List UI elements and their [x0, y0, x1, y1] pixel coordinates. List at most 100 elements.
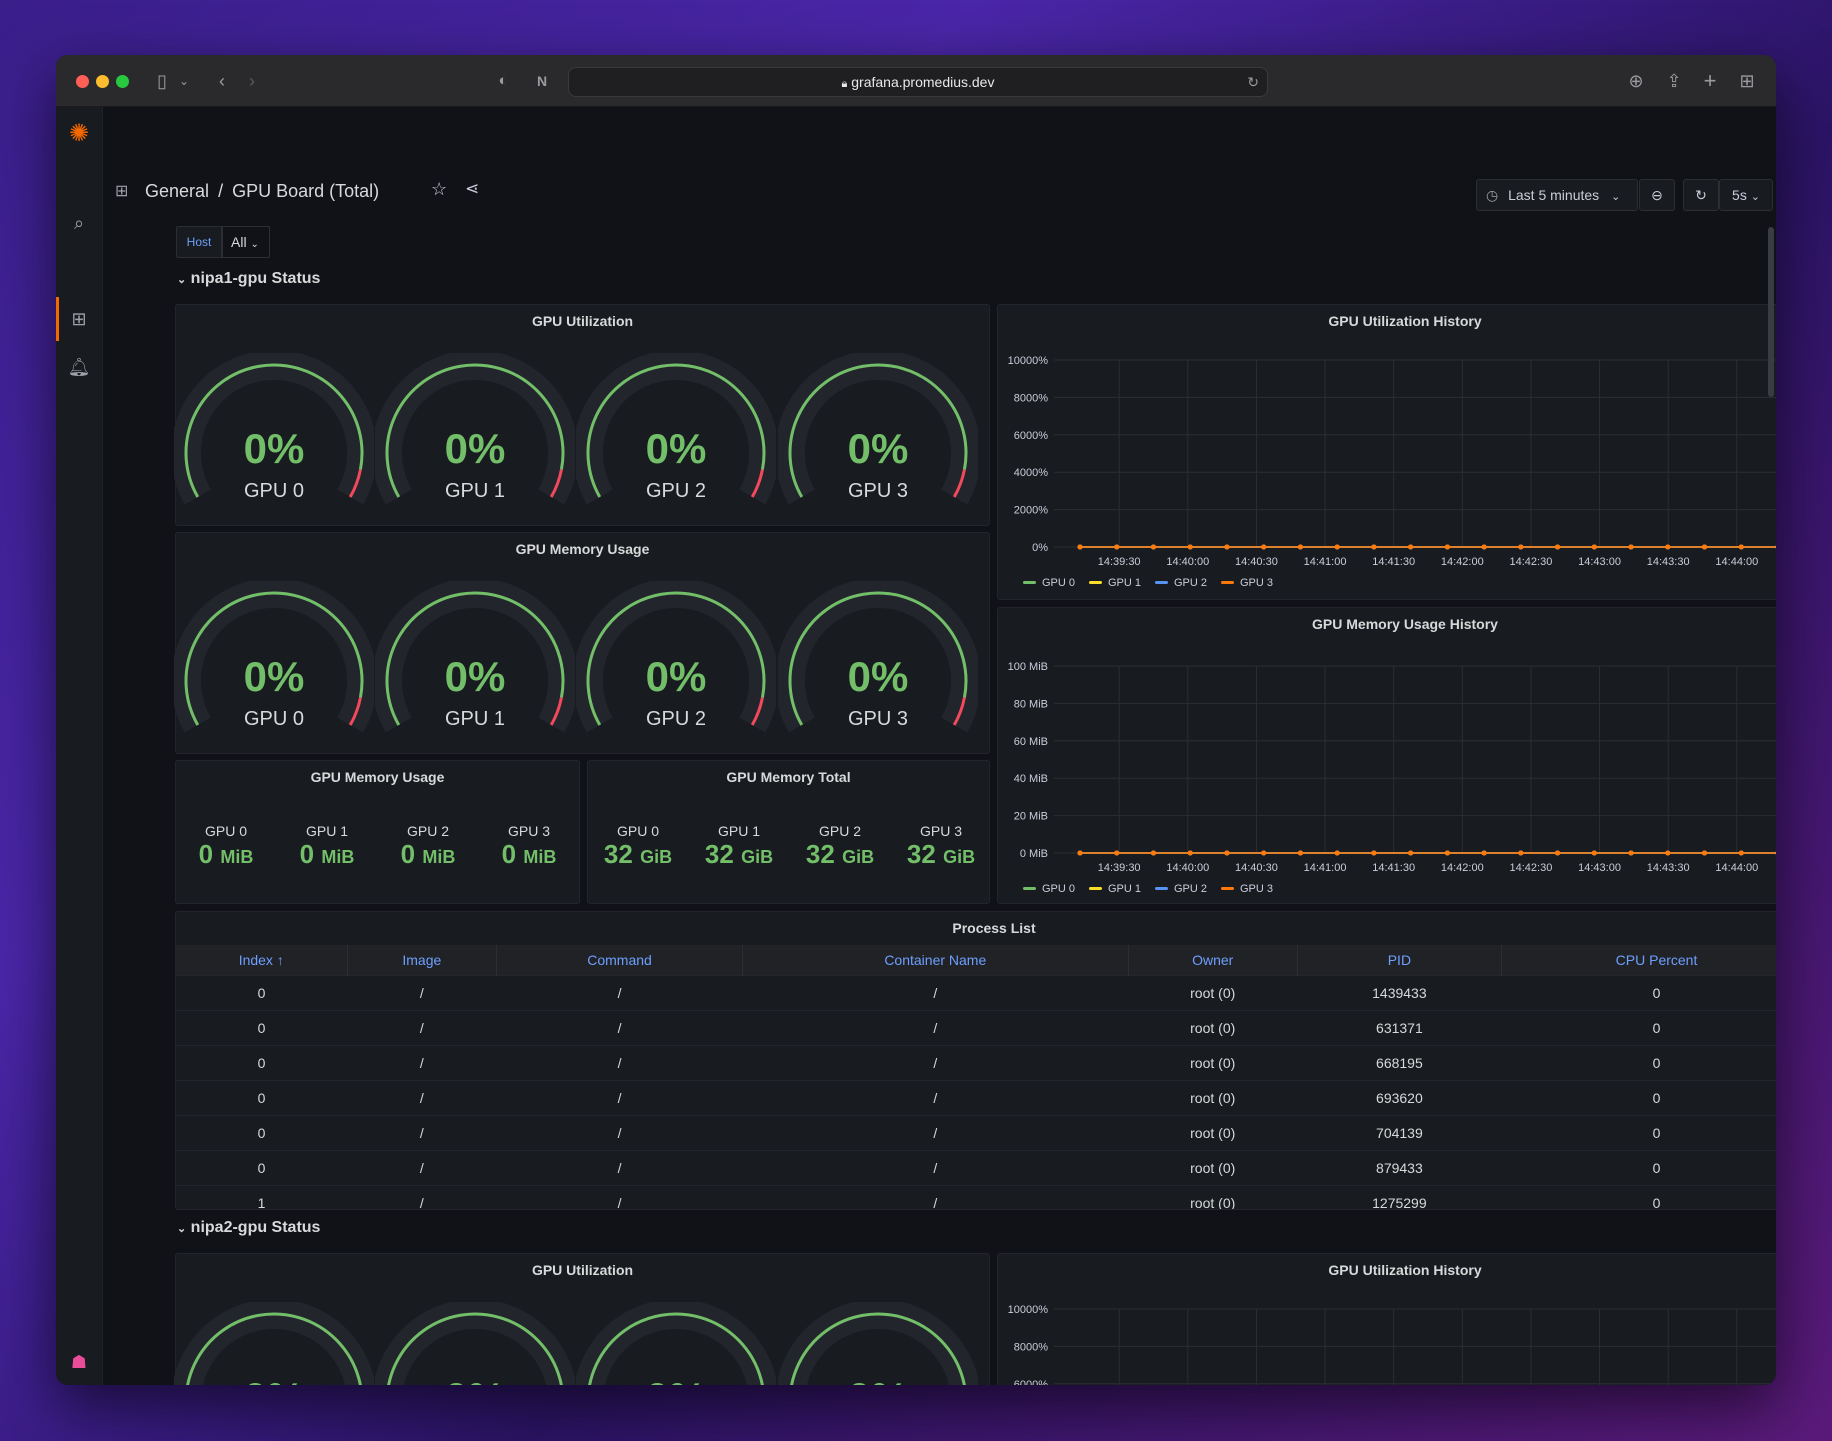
refresh-interval-picker[interactable]: 5s ⌄: [1719, 179, 1773, 211]
table-row[interactable]: 0// / root (0) 1439433 0: [176, 974, 1776, 1010]
column-header[interactable]: Command: [496, 945, 743, 975]
new-tab-icon[interactable]: +: [1698, 69, 1722, 93]
chevron-down-icon[interactable]: ⌄: [172, 69, 196, 93]
chevron-down-icon: ⌄: [1611, 191, 1621, 203]
chevron-down-icon: ⌄: [1750, 191, 1760, 203]
y-tick-label: 10000%: [1008, 1304, 1049, 1316]
data-point: [1334, 850, 1340, 856]
process-list-panel[interactable]: Process List Index ↑ Image Command Containe…: [175, 911, 1776, 1210]
stat-item: GPU 3 32 GiB: [891, 823, 991, 870]
refresh-interval-label: 5s: [1732, 187, 1747, 203]
row-header-nipa2[interactable]: ⌄ nipa2-gpu Status: [177, 1219, 320, 1237]
table-cell: root (0): [1128, 974, 1298, 1010]
x-tick-label: 14:40:00: [1166, 556, 1209, 568]
legend-swatch: [1089, 887, 1102, 890]
x-tick-label: 14:39:30: [1098, 556, 1141, 568]
table-row[interactable]: 0// / root (0) 693620 0: [176, 1079, 1776, 1115]
stat-value: 32 GiB: [603, 839, 673, 869]
close-window-button[interactable]: [76, 75, 89, 88]
refresh-button[interactable]: ↻: [1683, 179, 1719, 211]
gauge-gpu-0: 0%GPU 0: [174, 581, 374, 761]
column-header[interactable]: Image: [347, 945, 498, 975]
gpu-utilization-panel[interactable]: GPU Utilization 0% GPU 0 0% GPU 1 0% GPU 2 …: [174, 304, 990, 526]
sidebar-toggle-icon[interactable]: ▯: [150, 69, 174, 93]
x-tick-label: 14:42:30: [1510, 556, 1553, 568]
table-cell: /: [347, 1009, 497, 1045]
dashboard-title[interactable]: GPU Board (Total): [232, 181, 379, 201]
table-cell: 0: [1501, 974, 1776, 1010]
share-icon[interactable]: ⇪: [1662, 69, 1686, 93]
data-point: [1775, 851, 1776, 855]
browser-window: ▯ ⌄ ‹ › ◐ N 🔒︎ grafana.promedius.dev ↻ ⊕…: [56, 55, 1776, 1385]
table-row[interactable]: 0// / root (0) 631371 0: [176, 1009, 1776, 1045]
download-icon[interactable]: ⊕: [1624, 69, 1648, 93]
legend-label: GPU 1: [1108, 883, 1141, 895]
column-header[interactable]: PID: [1297, 945, 1503, 975]
share-dashboard-icon[interactable]: ⋖: [465, 179, 479, 199]
column-header[interactable]: Owner: [1128, 945, 1298, 975]
data-point: [1591, 850, 1597, 856]
gauge-label: GPU 1: [444, 480, 506, 502]
time-range-picker[interactable]: ◷ Last 5 minutes ⌄: [1476, 179, 1638, 211]
host-variable-label: Host: [176, 226, 222, 258]
legend-label: GPU 2: [1174, 883, 1207, 895]
y-tick-label: 60 MiB: [1014, 736, 1048, 748]
table-cell: /: [742, 1044, 1129, 1080]
zoom-out-button[interactable]: ⊖: [1639, 179, 1675, 211]
gpu-memory-usage-stat-panel[interactable]: GPU Memory Usage GPU 00 MiB GPU 10 MiB GPU…: [175, 760, 580, 904]
gpu-utilization-history-chart: 10000% 8000% 6000% 4000% 2000% 0% 14:39:30 14:4…: [1008, 355, 1776, 589]
back-icon[interactable]: ‹: [210, 69, 234, 93]
alerting-bell-icon[interactable]: 🔔︎: [64, 352, 94, 382]
table-cell: /: [742, 1149, 1129, 1185]
gauge-gpu-0: 0%GPU 0: [174, 1302, 374, 1385]
tab-overview-icon[interactable]: ⊞: [1735, 69, 1759, 93]
page-scrollbar[interactable]: [1768, 227, 1774, 397]
gpu-utilization-panel-nipa2[interactable]: GPU Utilization 0%GPU 0 0%GPU 1 0%GPU 2 …: [174, 1253, 990, 1385]
address-bar[interactable]: 🔒︎ grafana.promedius.dev ↻: [568, 67, 1268, 97]
column-header[interactable]: Container Name: [742, 945, 1129, 975]
maximize-window-button[interactable]: [116, 75, 129, 88]
gpu-utilization-history-panel-nipa2[interactable]: GPU Utilization History 10000% 8000% 6000%…: [997, 1253, 1776, 1385]
gpu-memory-usage-panel[interactable]: GPU Memory Usage 0% GPU 0 0% GPU 1 0% GPU 2…: [174, 532, 990, 754]
user-avatar-icon[interactable]: ☗: [64, 1347, 94, 1377]
table-cell: 879433: [1297, 1149, 1502, 1185]
gpu-utilization-history-panel[interactable]: GPU Utilization History 10000% 8000% 6000%…: [997, 304, 1776, 600]
table-row[interactable]: 1// / root (0) 1275299 0: [176, 1184, 1776, 1209]
notion-icon[interactable]: N: [530, 69, 554, 93]
y-tick-label: 2000%: [1014, 505, 1048, 517]
table-row[interactable]: 0// / root (0) 668195 0: [176, 1044, 1776, 1080]
search-icon[interactable]: ⌕: [64, 208, 94, 238]
x-tick-label: 14:43:00: [1578, 862, 1621, 874]
table-row[interactable]: 0// / root (0) 704139 0: [176, 1114, 1776, 1150]
gpu-memory-usage-history-panel[interactable]: GPU Memory Usage History 100 MiB 80 MiB 60…: [997, 607, 1776, 904]
host-variable-select[interactable]: All ⌄: [222, 226, 270, 258]
table-cell: /: [496, 1114, 743, 1150]
table-cell: 0: [1501, 1149, 1776, 1185]
dashboards-icon[interactable]: ⊞: [64, 304, 94, 334]
gpu-memory-total-stat-panel[interactable]: GPU Memory Total GPU 0 32 GiB GPU 1 32 GiB G…: [587, 760, 990, 904]
grafana-logo-icon[interactable]: ✺: [64, 119, 94, 149]
x-tick-label: 14:43:00: [1578, 556, 1621, 568]
data-point: [1334, 544, 1340, 550]
x-tick-label: 14:42:00: [1441, 862, 1484, 874]
table-row[interactable]: 0// / root (0) 879433 0: [176, 1149, 1776, 1185]
panel-title: GPU Utilization: [531, 1262, 634, 1278]
table-cell: 0: [1501, 1079, 1776, 1115]
row-header-nipa1[interactable]: ⌄ nipa1-gpu Status: [177, 270, 320, 288]
breadcrumb-folder[interactable]: General: [145, 181, 209, 201]
star-icon[interactable]: ☆: [431, 179, 447, 200]
x-tick-label: 14:40:00: [1166, 862, 1209, 874]
x-tick-label: 14:42:00: [1441, 556, 1484, 568]
shield-icon[interactable]: ◐: [491, 69, 515, 93]
stat-value: 0 MiB: [299, 839, 355, 869]
data-point: [1702, 544, 1708, 550]
x-tick-label: 14:41:00: [1304, 556, 1347, 568]
forward-icon[interactable]: ›: [240, 69, 264, 93]
column-header[interactable]: Index ↑: [176, 945, 348, 975]
column-header[interactable]: CPU Percent: [1501, 945, 1776, 975]
panel-title: Process List: [952, 920, 1036, 936]
data-point: [1150, 850, 1156, 856]
table-cell: 1439433: [1297, 974, 1502, 1010]
reload-icon[interactable]: ↻: [1247, 68, 1259, 96]
minimize-window-button[interactable]: [96, 75, 109, 88]
